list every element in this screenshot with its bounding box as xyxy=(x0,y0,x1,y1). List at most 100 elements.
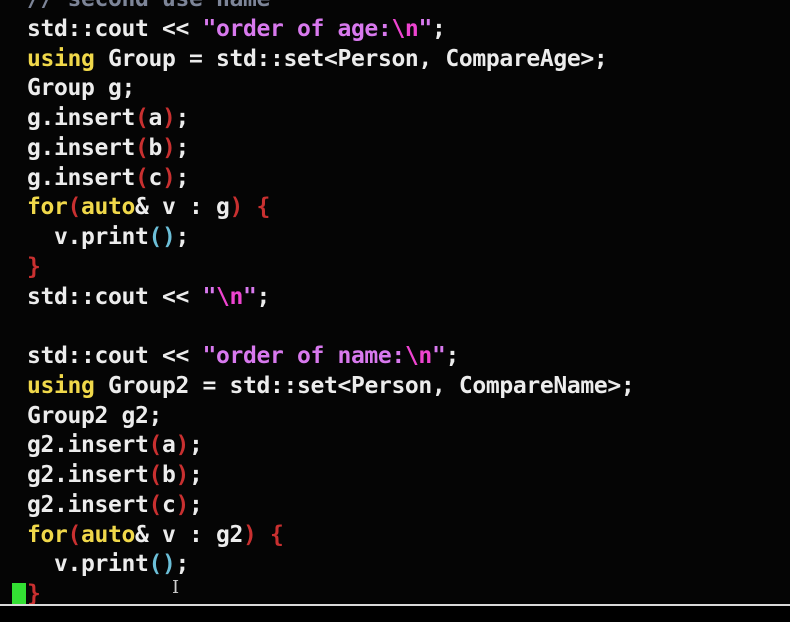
code-token-default: c xyxy=(161,491,176,518)
code-token-default xyxy=(243,194,257,220)
code-line[interactable] xyxy=(27,312,790,342)
code-line[interactable]: g.insert(a); xyxy=(27,104,790,134)
code-token-paren_red: ( xyxy=(134,105,149,131)
code-token-default: g.insert xyxy=(27,105,135,131)
code-token-default: a xyxy=(161,432,176,459)
code-line[interactable]: g2.insert(c); xyxy=(27,491,790,521)
code-token-default: g2.insert xyxy=(27,462,149,488)
code-line[interactable]: for(auto& v : g) { xyxy=(27,193,790,223)
code-line[interactable]: } xyxy=(27,253,790,283)
code-token-default: g.insert xyxy=(27,134,135,161)
code-token-default: ; xyxy=(175,105,189,131)
code-token-escape: \n xyxy=(215,283,243,310)
code-line[interactable]: g2.insert(b); xyxy=(27,461,790,491)
code-token-paren_red: { xyxy=(269,521,284,548)
code-token-escape: \n xyxy=(404,343,432,369)
code-line[interactable]: std::cout << "\n"; xyxy=(27,283,790,313)
code-token-default: ; xyxy=(175,134,189,161)
code-token-string: "order of name: xyxy=(202,343,405,369)
code-token-default: & v : g xyxy=(135,194,230,221)
code-line[interactable]: Group2 g2; xyxy=(27,402,790,432)
code-token-default: ; xyxy=(256,283,270,310)
code-token-default: Group = std::set<Person, CompareAge>; xyxy=(94,45,608,72)
code-token-string: " xyxy=(202,283,216,310)
code-token-keyword: auto xyxy=(81,194,135,221)
code-token-paren_red: ( xyxy=(67,521,82,548)
code-token-comment: // second use name xyxy=(27,0,270,12)
code-area[interactable]: // second use namestd::cout << "order of… xyxy=(27,0,790,604)
code-token-paren_red: ( xyxy=(67,194,82,221)
code-token-paren_red: ) xyxy=(229,194,243,221)
code-token-string: " xyxy=(418,15,432,42)
code-token-default: v.print xyxy=(27,551,149,578)
code-token-default: g2.insert xyxy=(27,491,149,518)
code-line[interactable]: std::cout << "order of name:\n"; xyxy=(27,342,790,372)
code-line[interactable]: for(auto& v : g2) { xyxy=(27,521,790,551)
code-line[interactable]: v.print(); xyxy=(27,223,790,253)
code-token-default: a xyxy=(148,105,162,131)
code-token-paren_red: ) xyxy=(175,462,189,488)
code-editor[interactable]: // second use namestd::cout << "order of… xyxy=(0,0,790,604)
code-token-default: b xyxy=(161,462,176,488)
code-token-default: & v : g2 xyxy=(135,521,243,548)
code-token-default: c xyxy=(148,164,162,191)
code-token-keyword: using xyxy=(27,372,95,399)
command-line[interactable] xyxy=(0,606,790,622)
code-line[interactable]: // second use name xyxy=(27,0,790,15)
code-token-default: ; xyxy=(175,164,189,191)
code-token-default: ; xyxy=(175,551,189,578)
code-token-paren_red: ) xyxy=(161,105,176,131)
code-token-paren_red: } xyxy=(27,253,41,280)
code-token-paren_red: ( xyxy=(148,491,162,518)
code-line[interactable]: Group g; xyxy=(27,74,790,104)
code-token-default: Group g; xyxy=(27,75,135,102)
code-token-keyword: using xyxy=(27,45,95,72)
code-line[interactable]: std::cout << "order of age:\n"; xyxy=(27,15,790,45)
code-token-default: ; xyxy=(188,462,203,488)
code-token-paren_red: ) xyxy=(175,491,189,518)
code-token-default: b xyxy=(148,134,162,161)
code-token-paren_red: { xyxy=(256,194,270,221)
code-token-paren_red: } xyxy=(27,581,41,604)
code-token-default: Group2 = std::set<Person, CompareName>; xyxy=(94,372,635,399)
code-token-string: " xyxy=(431,343,446,369)
code-token-default: ; xyxy=(431,15,446,42)
code-token-paren_red: ) xyxy=(175,432,189,459)
code-line[interactable]: g2.insert(a); xyxy=(27,431,790,461)
code-token-paren_red: ( xyxy=(148,462,162,488)
code-token-default: ; xyxy=(188,491,203,518)
code-token-default: g.insert xyxy=(27,164,135,191)
code-token-default: std::cout << xyxy=(27,15,203,42)
code-token-keyword: auto xyxy=(81,521,135,548)
text-cursor-block xyxy=(12,583,26,604)
code-token-default: Group2 g2; xyxy=(27,402,162,429)
code-token-default: ; xyxy=(175,224,189,250)
code-line[interactable]: } xyxy=(27,580,790,604)
code-token-default: v.print xyxy=(27,224,149,250)
code-token-default: g2.insert xyxy=(27,432,149,459)
code-line[interactable]: v.print(); xyxy=(27,550,790,580)
code-line[interactable]: using Group2 = std::set<Person, CompareN… xyxy=(27,372,790,402)
code-token-string: "order of age: xyxy=(202,15,392,42)
code-token-paren_red: ) xyxy=(242,521,257,548)
text-ibeam-icon: I xyxy=(172,577,180,598)
code-token-default: ; xyxy=(445,343,459,369)
code-line[interactable]: g.insert(c); xyxy=(27,164,790,194)
code-token-default: std::cout << xyxy=(27,283,203,310)
code-token-paren_red: ( xyxy=(148,432,162,459)
code-token-keyword: for xyxy=(27,194,68,221)
code-token-paren_red: ) xyxy=(161,134,176,161)
code-token-string: " xyxy=(242,283,257,310)
code-token-paren_red: ( xyxy=(134,134,149,161)
code-token-default: ; xyxy=(188,432,203,459)
code-line[interactable]: using Group = std::set<Person, CompareAg… xyxy=(27,45,790,75)
code-token-default xyxy=(256,522,270,548)
code-token-escape: \n xyxy=(391,15,419,42)
code-token-paren_red: ) xyxy=(161,164,176,191)
code-line[interactable]: g.insert(b); xyxy=(27,134,790,164)
code-token-keyword: for xyxy=(27,521,68,548)
code-token-paren: () xyxy=(148,224,176,250)
code-token-default: std::cout << xyxy=(27,343,203,369)
code-token-paren: () xyxy=(148,551,176,578)
code-token-paren_red: ( xyxy=(134,164,149,191)
